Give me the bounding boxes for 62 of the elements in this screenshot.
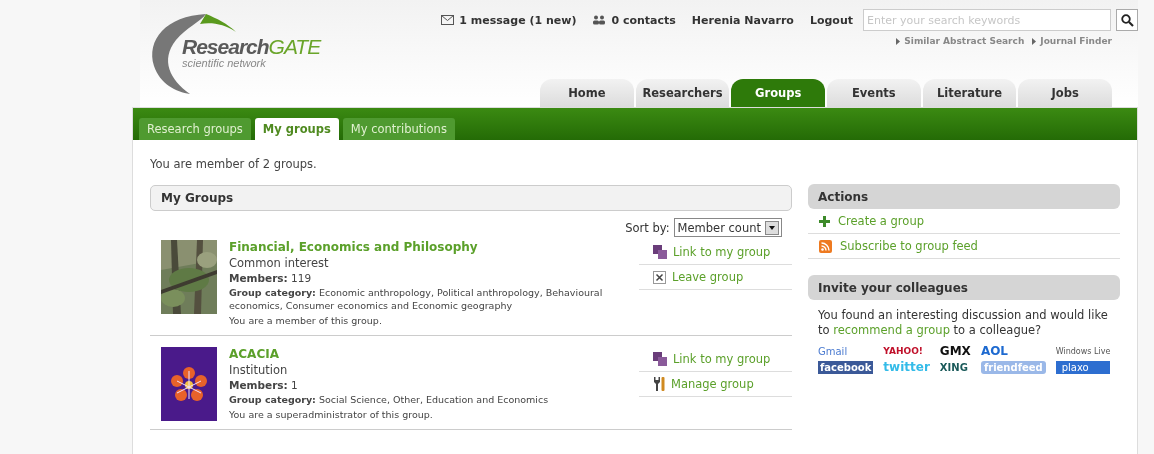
people-icon xyxy=(592,15,607,25)
top-link[interactable]: Logout xyxy=(809,13,853,27)
rss-icon xyxy=(819,239,832,253)
sub-tab[interactable]: My contributions xyxy=(342,118,455,140)
linked-squares-icon xyxy=(652,245,667,259)
panel-header: My Groups xyxy=(150,185,792,211)
sub-tab[interactable]: My groups xyxy=(254,118,339,140)
action-link[interactable]: Subscribe to group feed xyxy=(808,234,1120,259)
sort-label: Sort by: xyxy=(625,220,670,235)
search-link[interactable]: Journal Finder xyxy=(1032,36,1112,46)
membership-role: You are a member of this group. xyxy=(229,314,383,327)
group-action-link[interactable]: Leave group xyxy=(638,265,792,290)
search-link[interactable]: Similar Abstract Search xyxy=(896,36,1025,46)
recommend-link[interactable]: recommend a group xyxy=(833,323,950,337)
logo-tagline: scientific network xyxy=(182,58,267,68)
section-header: Invite your colleagues xyxy=(808,275,1120,300)
group-action-link[interactable]: Link to my group xyxy=(638,240,792,265)
search-icon xyxy=(1120,13,1134,27)
nav-tab[interactable]: Home xyxy=(540,79,634,107)
nav-tab[interactable]: Groups xyxy=(731,79,825,107)
triangle-icon xyxy=(1032,37,1037,45)
service-logo-link[interactable]: XING xyxy=(939,361,971,373)
group-category: Group category: Social Science, Other, Education and Economics xyxy=(229,393,550,406)
action-link[interactable]: Create a group xyxy=(808,209,1120,234)
close-icon xyxy=(652,270,666,284)
group-action-link[interactable]: Link to my group xyxy=(638,347,792,372)
section-header: Actions xyxy=(808,184,1120,209)
linked-squares-icon xyxy=(652,352,667,366)
nav-tab[interactable]: Events xyxy=(827,79,921,107)
top-link[interactable]: 0 contacts xyxy=(592,13,676,27)
nav-tab[interactable]: Jobs xyxy=(1018,79,1113,107)
nav-tab[interactable]: Researchers xyxy=(635,79,730,107)
sub-tab[interactable]: Research groups xyxy=(139,118,251,140)
member-count: Members: 119 xyxy=(229,272,313,284)
service-logo-link[interactable]: GMX xyxy=(939,344,971,358)
group-type: Institution xyxy=(229,363,289,377)
group-name-link[interactable]: ACACIA xyxy=(229,347,624,361)
group-type: Common interest xyxy=(229,256,330,270)
top-link[interactable]: 1 message (1 new) xyxy=(441,13,577,27)
membership-role: You are a superadministrator of this group. xyxy=(229,408,434,421)
service-logo-link[interactable]: YAHOO! xyxy=(883,346,930,356)
member-count: Members: 1 xyxy=(229,379,299,391)
summary-text: You are member of 2 groups. xyxy=(150,157,318,171)
nav-tab[interactable]: Literature xyxy=(922,79,1017,107)
service-logo-link[interactable]: Gmail xyxy=(818,345,874,357)
search-field[interactable]: Enter your search keywords xyxy=(863,9,1111,31)
triangle-icon xyxy=(896,37,901,45)
service-logo-link[interactable]: AOL xyxy=(980,344,1046,358)
envelope-icon xyxy=(441,15,455,25)
group-action-link[interactable]: Manage group xyxy=(638,372,792,397)
service-logo-link[interactable]: plaxo xyxy=(1055,360,1111,374)
invite-text: You found an interesting discussion and would like to recommend a group to a colleague? xyxy=(818,308,1109,338)
group-category: Group category: Economic anthropology, Political anthropology, Behavioural economics, Consumer economics and Economic geography xyxy=(229,286,604,312)
plus-icon xyxy=(819,215,830,227)
sort-dropdown[interactable]: Member count xyxy=(673,218,782,237)
logo-wordmark[interactable]: ResearchGATE xyxy=(182,36,321,58)
service-logo-link[interactable]: facebook xyxy=(818,360,874,374)
tools-icon xyxy=(652,377,665,391)
service-logo-link[interactable]: Windows Live xyxy=(1055,346,1111,356)
group-name-link[interactable]: Financial, Economics and Philosophy xyxy=(229,240,624,254)
top-link[interactable]: Herenia Navarro xyxy=(691,13,794,27)
search-button[interactable] xyxy=(1116,9,1138,31)
